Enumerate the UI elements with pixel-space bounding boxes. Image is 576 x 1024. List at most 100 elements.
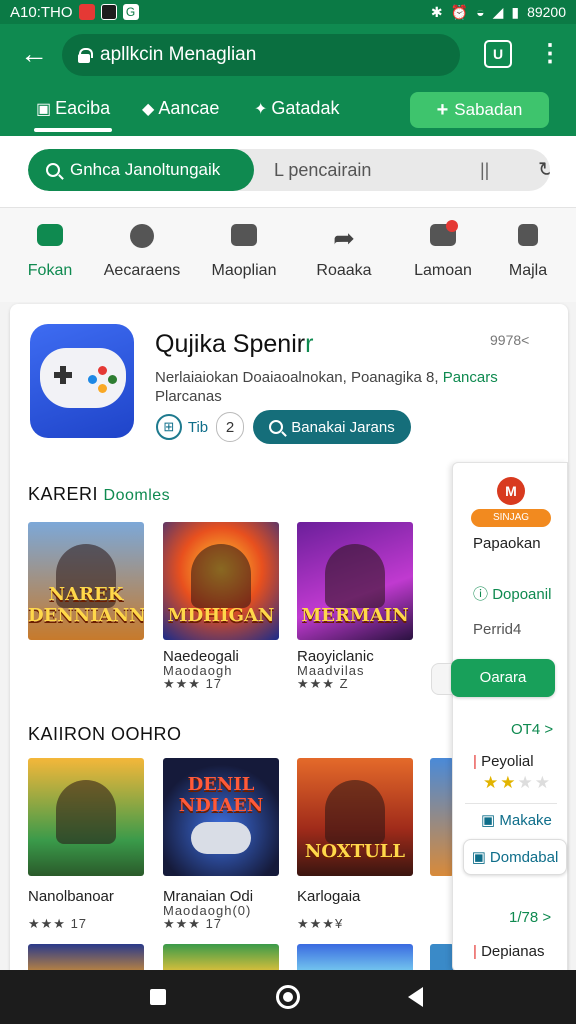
tab-offers[interactable]: ◆ Aancae (142, 98, 219, 119)
star-icon: ✦ (254, 100, 268, 118)
search-chip-label: Gnhca Janoltungaik (70, 160, 221, 179)
download-icon: ▣ (471, 849, 486, 866)
search-icon (269, 420, 284, 434)
promo-badge: SINJAG (471, 509, 551, 527)
side-panel-cta-button[interactable]: Oarara (451, 659, 555, 697)
makake-link[interactable]: ▣ Makake (481, 811, 552, 829)
search-row: Gnhca Janoltungaik L pencairain || ↻ (0, 136, 576, 208)
shield-icon: G (122, 4, 139, 20)
download-button[interactable]: ▣ Domdabal (463, 839, 567, 875)
category-share[interactable]: ➦ Roaaka (296, 224, 392, 280)
makake-label: Makake (499, 812, 552, 829)
category-people[interactable]: Majla (480, 224, 576, 280)
game-tile[interactable] (28, 758, 144, 876)
more-menu-icon[interactable]: ⋮ (538, 40, 562, 68)
game-tile[interactable]: NOXTULL (297, 758, 413, 876)
section-heading: KAIIRON OOHRO (28, 724, 182, 745)
category-notifications[interactable]: Lamoan (395, 220, 491, 280)
game-rating: ★★★ 17 (163, 916, 223, 931)
back-arrow-icon[interactable]: ← (18, 38, 50, 70)
share-icon: ➦ (333, 223, 355, 253)
divider (465, 803, 557, 804)
wifi-icon: ◒ (476, 4, 485, 20)
bluetooth-icon: ✱ (430, 3, 443, 20)
search-input[interactable]: L pencairain (274, 149, 371, 191)
battery-level: 89200 (527, 4, 566, 20)
side-panel-name: Papaokan (473, 535, 541, 552)
notification-badge (446, 220, 458, 232)
nav-tabs: ▣ Eaciba ◆ Aancae ✦ Gatadak + Sabadan (0, 90, 576, 136)
settings-icon (127, 224, 157, 252)
search-chip[interactable]: Gnhca Janoltungaik (28, 149, 254, 191)
app-desc-line2: Plarcanas (155, 388, 222, 405)
game-rating: ★★★¥ (297, 916, 344, 931)
app-desc-link[interactable]: Pancars (443, 369, 498, 386)
game-tile[interactable]: DENIL NDIAEN (163, 758, 279, 876)
back-icon[interactable] (408, 987, 423, 1007)
tab-catalog[interactable]: ✦ Gatadak (254, 98, 339, 119)
category-share-label: Roaaka (316, 262, 372, 279)
url-text: apllkcin Menaglian (100, 44, 257, 65)
brand-logo-icon: M (497, 477, 525, 505)
category-strip: Fokan Aecaraens Maoplian ➦ Roaaka Lamoan… (0, 208, 576, 302)
side-panel-footer: | Depianas (473, 943, 545, 960)
game-tile-art-text: NOXTULL (304, 841, 406, 862)
game-tile-art-text: MDHIGAN (167, 605, 275, 626)
search-icon (46, 163, 60, 177)
side-panel-count-link[interactable]: OT4 > (511, 721, 553, 738)
game-title[interactable]: Karlogaia (297, 888, 360, 905)
side-panel: M SINJAG Papaokan ⓘ Dopoanil Perrid4 Oar… (431, 462, 568, 972)
tag-icon: ◆ (142, 100, 155, 118)
system-navigation-bar (0, 970, 576, 1024)
category-chat[interactable]: Maoplian (196, 224, 292, 280)
category-settings-label: Aecaraens (103, 262, 181, 279)
address-bar[interactable]: apllkcin Menaglian (62, 34, 460, 76)
primary-action-button[interactable]: + Sabadan (410, 92, 549, 128)
game-title[interactable]: Nanolbanoar (28, 888, 114, 905)
notification-icon (78, 4, 95, 20)
game-tile[interactable]: MDHIGAN (163, 522, 279, 640)
chat-icon (229, 224, 259, 252)
tab-home-label: Eaciba (55, 98, 111, 118)
gamepad-icon (40, 348, 126, 408)
store-icon (35, 224, 65, 252)
side-panel-rating-label: | Peyolial (473, 753, 534, 770)
rating-chip[interactable]: ⊞ Tib (154, 412, 210, 442)
search-bar[interactable]: Gnhca Janoltungaik L pencairain || ↻ (28, 149, 550, 191)
info-icon: ⓘ (473, 586, 489, 603)
game-tile[interactable] (430, 758, 454, 876)
rating-chip-label: Tib (187, 418, 209, 436)
side-panel-link[interactable]: ⓘ Dopoanil (473, 583, 551, 604)
side-panel-count-link[interactable]: 1/78 > (509, 909, 551, 926)
recents-icon[interactable] (150, 989, 166, 1005)
grid-icon: ⊞ (155, 414, 182, 440)
section-heading: KARERI Doomles (28, 484, 170, 505)
app-action-button[interactable]: Banakai Jarans (253, 410, 411, 444)
mic-icon[interactable]: || (480, 160, 489, 181)
media-icon (100, 4, 117, 20)
app-description: Nerlaiaiokan Doaiaoalnokan, Poanagika 8,… (155, 368, 555, 406)
status-time: A10:THO (10, 3, 73, 21)
app-desc-text: Nerlaiaiokan Doaiaoalnokan, Poanagika 8, (155, 369, 443, 386)
section-title: KARERI (28, 484, 99, 504)
category-settings[interactable]: Aecaraens (94, 224, 190, 280)
tab-home[interactable]: ▣ Eaciba (33, 98, 113, 132)
tab-switcher-button[interactable]: U (484, 40, 512, 68)
primary-action-label: Sabadan (454, 100, 523, 119)
category-store[interactable]: Fokan (2, 224, 98, 280)
app-title-accent: r (305, 330, 314, 358)
count-chip[interactable]: 2 (216, 412, 244, 442)
game-tile[interactable]: MERMAIN (297, 522, 413, 640)
footer-label: Depianas (481, 943, 545, 960)
tab-offers-label: Aancae (158, 98, 220, 118)
category-notifications-label: Lamoan (414, 262, 472, 279)
game-tile-art-text: MERMAIN (301, 605, 409, 626)
side-panel-period: Perrid4 (473, 621, 522, 638)
game-tile[interactable]: NAREK DENNIANN (28, 522, 144, 640)
app-icon[interactable] (30, 324, 134, 438)
home-icon[interactable] (276, 985, 300, 1009)
download-label: Domdabal (489, 848, 559, 866)
app-meta: 9978< (490, 332, 530, 348)
section-subtitle-link[interactable]: Doomles (104, 487, 171, 504)
refresh-icon[interactable]: ↻ (538, 157, 550, 182)
